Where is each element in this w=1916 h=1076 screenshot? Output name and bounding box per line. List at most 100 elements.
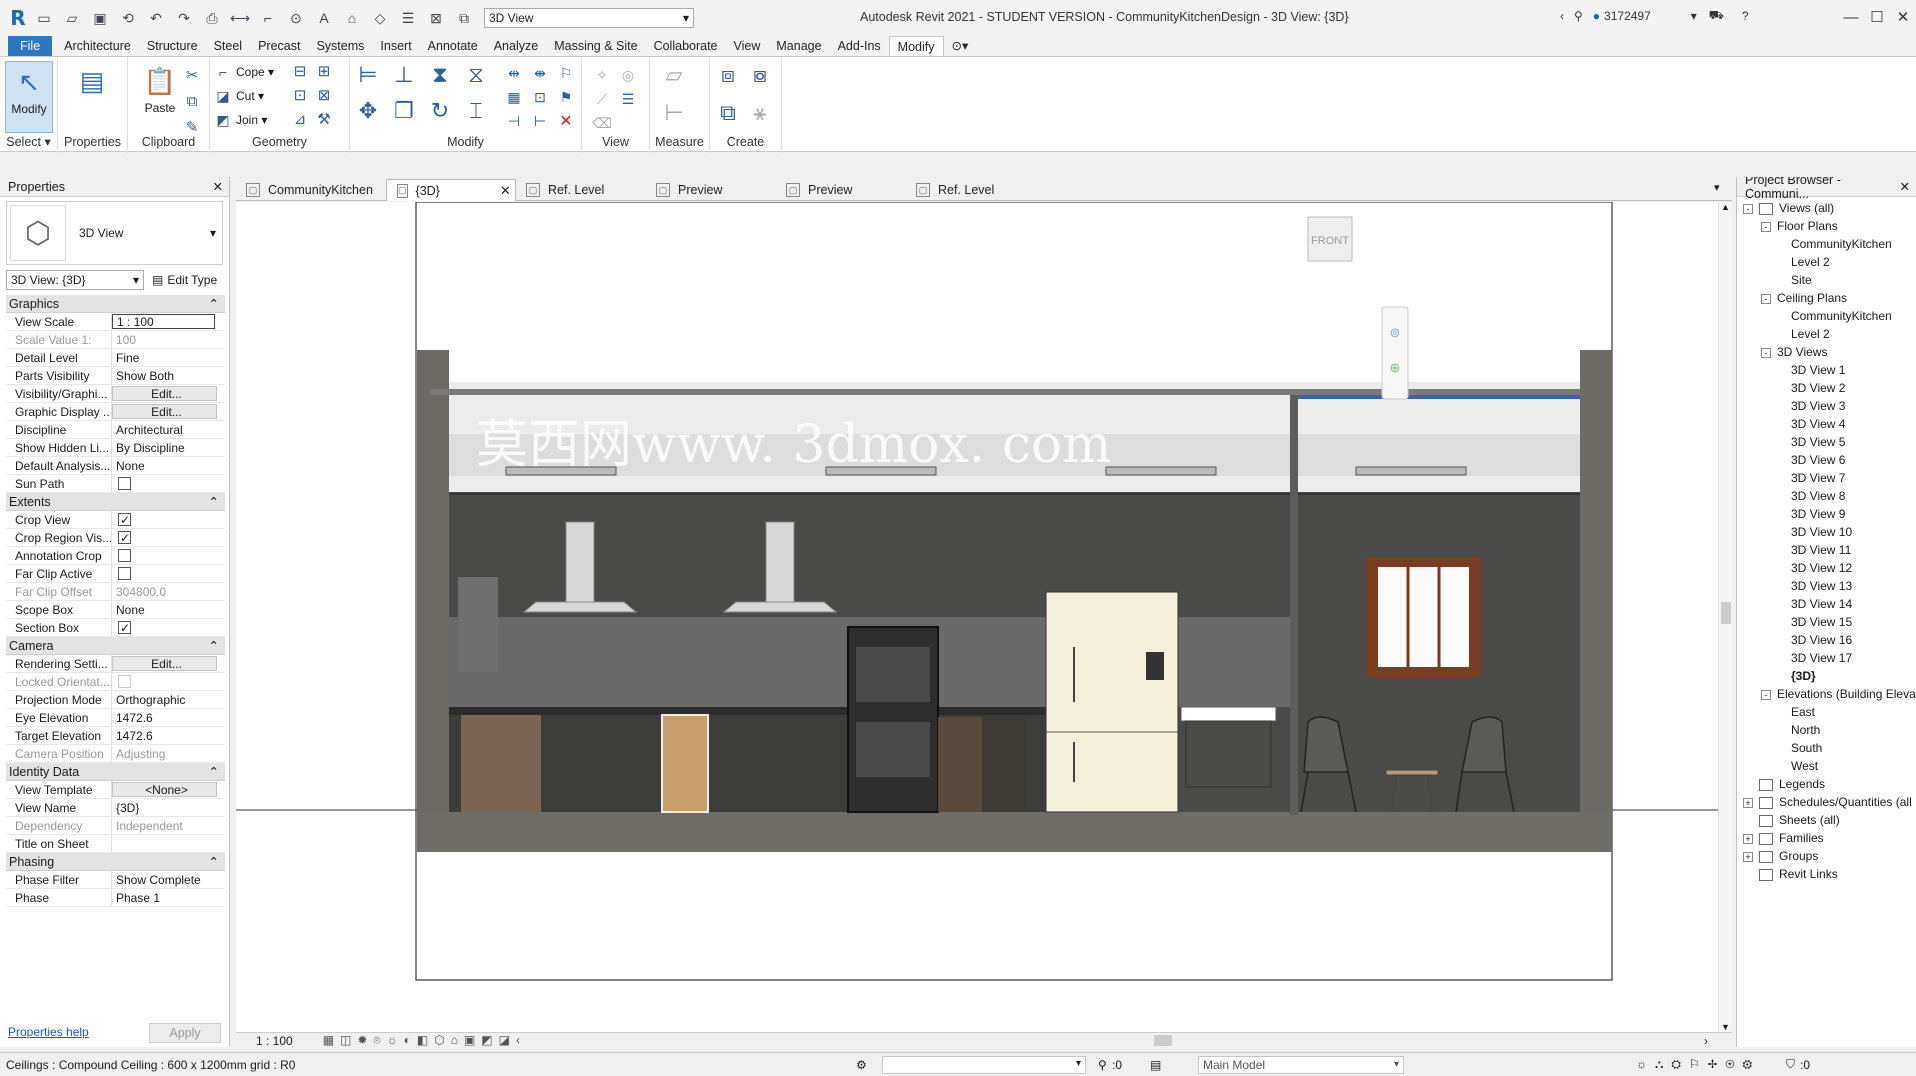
measure-icon[interactable]: ⟷ xyxy=(229,7,251,29)
tree-item[interactable]: - Elevations (Building Eleva xyxy=(1737,685,1916,703)
menu-tab-architecture[interactable]: Architecture xyxy=(56,36,139,56)
tree-item[interactable]: + Families xyxy=(1737,829,1916,847)
user-area[interactable]: ‹ ⚲ ● 3172497 ▾ ⛟ ? xyxy=(1560,8,1749,24)
view-tab[interactable]: ▢ {3D} ✕ xyxy=(386,179,516,201)
instance-filter-combo[interactable]: 3D View: {3D} ▾ xyxy=(6,270,144,290)
vertical-scrollbar[interactable]: ▲ ▼ xyxy=(1718,202,1732,1032)
view-tab[interactable]: ▢ CommunityKitchen xyxy=(236,179,386,201)
dimension-icon[interactable]: ⌐ xyxy=(257,7,279,29)
view-tab[interactable]: ▢ Preview xyxy=(776,179,906,201)
revit-logo-icon[interactable]: R xyxy=(6,6,30,30)
tabs-menu-icon[interactable]: ▾ xyxy=(1714,181,1720,194)
view-type-combo[interactable]: 3D View ▾ xyxy=(484,8,694,28)
expand-toggle-icon[interactable]: - xyxy=(1743,203,1753,214)
chevron-down-icon[interactable]: ▾ xyxy=(1691,9,1697,23)
tree-item[interactable]: 3D View 10 xyxy=(1737,523,1916,541)
eraser-icon[interactable]: ⌫ xyxy=(588,109,616,137)
expand-toggle-icon[interactable]: - xyxy=(1761,689,1771,700)
property-value[interactable] xyxy=(112,529,225,546)
open-icon[interactable]: ▭ xyxy=(33,7,55,29)
switch-windows-icon[interactable]: ⧉ xyxy=(453,7,475,29)
3d-view-icon[interactable]: ⌂ xyxy=(341,7,363,29)
tree-item[interactable]: 3D View 4 xyxy=(1737,415,1916,433)
property-value[interactable] xyxy=(112,565,225,582)
offset-icon[interactable]: ⊥ xyxy=(390,61,418,89)
tree-item[interactable]: 3D View 2 xyxy=(1737,379,1916,397)
tree-item[interactable]: East xyxy=(1737,703,1916,721)
expand-toggle-icon[interactable]: + xyxy=(1743,797,1753,808)
trim-single-icon[interactable]: ⊢ xyxy=(526,107,554,135)
property-value[interactable]: 1472.6 xyxy=(112,727,225,744)
help-icon[interactable]: ? xyxy=(1742,9,1749,23)
contextual-tab-icon[interactable]: ⊙▾ xyxy=(944,36,977,56)
view-tab[interactable]: ▢ Ref. Level xyxy=(516,179,646,201)
tree-item[interactable]: 3D View 6 xyxy=(1737,451,1916,469)
menu-tab-file[interactable]: File xyxy=(8,36,53,56)
property-value[interactable]: By Discipline xyxy=(112,439,225,456)
menu-tab-view[interactable]: View xyxy=(726,36,769,56)
drawing-canvas[interactable]: FRONT ⊚ ⊕ 莫西网www. 3dmox. com xyxy=(236,202,1722,1032)
tree-item[interactable]: 3D View 11 xyxy=(1737,541,1916,559)
tree-item[interactable]: West xyxy=(1737,757,1916,775)
menu-tab-precast[interactable]: Precast xyxy=(250,36,308,56)
property-value[interactable] xyxy=(112,835,225,852)
mirror-draw-icon[interactable]: ⧖ xyxy=(462,61,490,89)
design-options-icon[interactable]: ▤ xyxy=(1150,1058,1161,1072)
tag-icon[interactable]: ⊙ xyxy=(285,7,307,29)
filter-icon[interactable]: ⛉ xyxy=(1786,1057,1795,1072)
tree-item[interactable]: Level 2 xyxy=(1737,325,1916,343)
menu-tab-modify[interactable]: Modify xyxy=(888,36,944,56)
binoculars-icon[interactable]: ⚲ xyxy=(1574,9,1583,23)
view-scale[interactable]: 1 : 100 xyxy=(256,1034,293,1048)
property-value[interactable] xyxy=(112,511,225,528)
apply-button[interactable]: Apply xyxy=(149,1023,221,1043)
tree-item[interactable]: + Groups xyxy=(1737,847,1916,865)
menu-tab-collaborate[interactable]: Collaborate xyxy=(646,36,726,56)
menu-tab-massing-site[interactable]: Massing & Site xyxy=(546,36,645,56)
select-dropdown[interactable]: Select ▾ xyxy=(0,134,57,149)
menu-tab-add-ins[interactable]: Add-Ins xyxy=(830,36,889,56)
property-value[interactable] xyxy=(112,619,225,636)
tree-item[interactable]: 3D View 1 xyxy=(1737,361,1916,379)
close-hidden-icon[interactable]: ⊠ xyxy=(425,7,447,29)
menu-tab-analyze[interactable]: Analyze xyxy=(486,36,546,56)
rotate-icon[interactable]: ↻ xyxy=(426,97,454,125)
checkbox[interactable] xyxy=(118,477,131,490)
cut-geometry-button[interactable]: ◪ Cut ▾ xyxy=(214,85,264,107)
section-icon[interactable]: ◇ xyxy=(369,7,391,29)
save-icon[interactable]: ▣ xyxy=(89,7,111,29)
minimize-icon[interactable]: — xyxy=(1838,6,1864,28)
tree-item[interactable]: 3D View 7 xyxy=(1737,469,1916,487)
section-camera[interactable]: Camera ⌃ xyxy=(6,637,225,655)
property-value[interactable]: {3D} xyxy=(112,799,225,816)
view-control-icons[interactable]: ▦◫✹⌾☼◐◧⬡⌂▣◩◪‹ xyxy=(323,1033,526,1048)
scroll-thumb[interactable] xyxy=(1721,602,1731,624)
section-identity-data[interactable]: Identity Data ⌃ xyxy=(6,763,225,781)
print-icon[interactable]: ⎙ xyxy=(201,7,223,29)
tree-item[interactable]: Sheets (all) xyxy=(1737,811,1916,829)
section-extents[interactable]: Extents ⌃ xyxy=(6,493,225,511)
worksets-icon[interactable]: ⚙ xyxy=(856,1058,867,1072)
property-value[interactable]: Show Both xyxy=(112,367,225,384)
checkbox[interactable] xyxy=(118,511,131,528)
trim-multiple-icon[interactable]: ⊣ xyxy=(500,107,528,135)
create-similar-icon[interactable]: ⚹ xyxy=(746,99,774,127)
line-style-icon[interactable]: ☰ xyxy=(614,85,642,113)
properties-help-link[interactable]: Properties help xyxy=(8,1025,89,1039)
checkbox[interactable] xyxy=(118,675,131,688)
join-button[interactable]: ◩ Join ▾ xyxy=(214,109,267,131)
paste-button[interactable]: 📋 Paste xyxy=(136,61,184,133)
menu-tab-manage[interactable]: Manage xyxy=(768,36,829,56)
redo-icon[interactable]: ↷ xyxy=(173,7,195,29)
close-icon[interactable]: ✕ xyxy=(213,179,223,194)
property-value[interactable] xyxy=(112,547,225,564)
hammer-icon[interactable]: ⚒ xyxy=(310,105,338,133)
menu-tab-annotate[interactable]: Annotate xyxy=(420,36,486,56)
view-tab[interactable]: ▢ Preview xyxy=(646,179,776,201)
cart-icon[interactable]: ⛟ xyxy=(1709,8,1724,24)
tree-item[interactable]: Legends xyxy=(1737,775,1916,793)
copy-icon[interactable]: ⧉ xyxy=(178,87,206,115)
folder-icon[interactable]: ▱ xyxy=(61,7,83,29)
checkbox[interactable] xyxy=(118,549,131,562)
property-value[interactable]: None xyxy=(112,457,225,474)
